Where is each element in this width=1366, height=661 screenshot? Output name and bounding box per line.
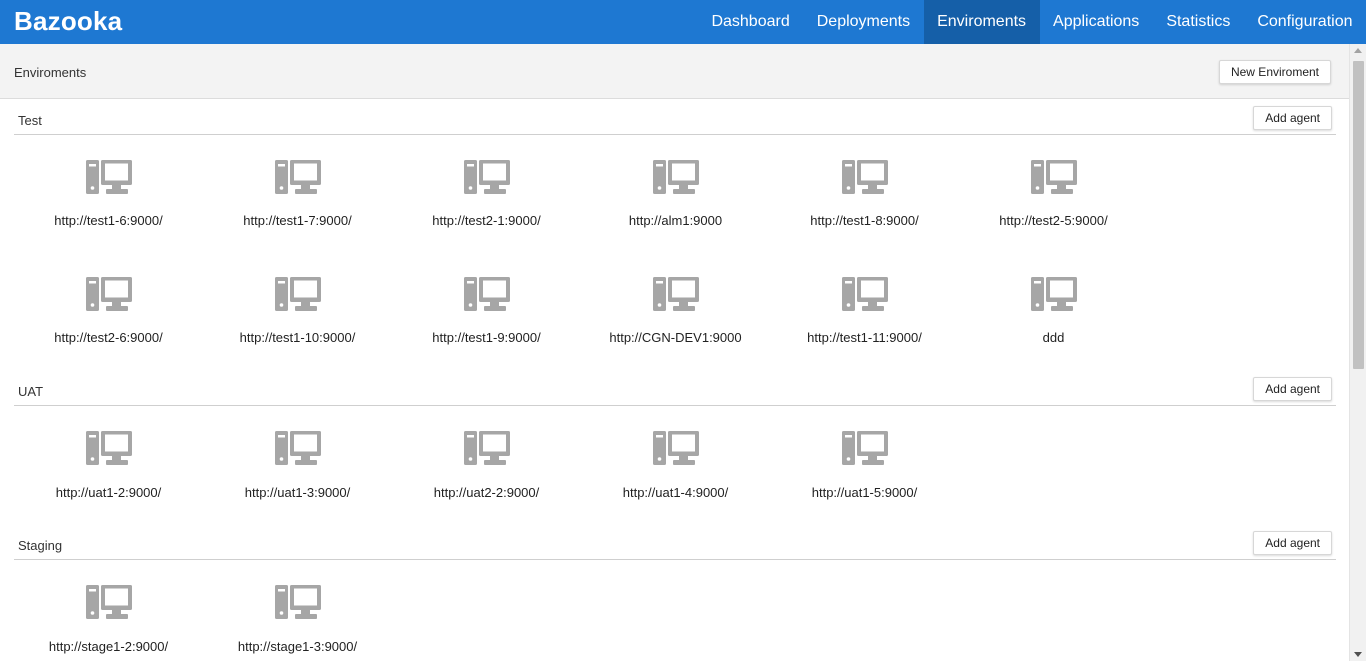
agent-url-label: http://stage1-2:9000/ bbox=[48, 639, 169, 654]
env-header: Test Add agent bbox=[14, 98, 1336, 135]
scroll-down-arrow-icon[interactable] bbox=[1354, 652, 1362, 657]
add-agent-button[interactable]: Add agent bbox=[1253, 106, 1332, 130]
vertical-scrollbar[interactable] bbox=[1349, 44, 1366, 661]
agent-url-label: http://uat1-2:9000/ bbox=[55, 485, 162, 500]
agent-tile[interactable]: http://test1-8:9000/ bbox=[770, 135, 959, 252]
agent-list: http://test1-6:9000/http://test1-7:9000/… bbox=[14, 135, 1336, 369]
agent-url-label: http://test1-7:9000/ bbox=[243, 213, 352, 228]
agent-url-label: http://test2-6:9000/ bbox=[54, 330, 163, 345]
agent-url-label: http://test2-1:9000/ bbox=[432, 213, 541, 228]
env-title: UAT bbox=[18, 384, 44, 399]
add-agent-button[interactable]: Add agent bbox=[1253, 377, 1332, 401]
env-header: Staging Add agent bbox=[14, 523, 1336, 560]
computer-icon bbox=[652, 160, 699, 194]
agent-url-label: http://test1-11:9000/ bbox=[807, 330, 922, 345]
agent-tile[interactable]: http://test2-1:9000/ bbox=[392, 135, 581, 252]
computer-icon bbox=[841, 160, 888, 194]
agent-tile[interactable]: http://stage1-3:9000/ bbox=[203, 560, 392, 661]
agent-url-label: ddd bbox=[1042, 330, 1065, 345]
agent-tile[interactable]: http://uat1-2:9000/ bbox=[14, 406, 203, 523]
agent-tile[interactable]: http://uat1-5:9000/ bbox=[770, 406, 959, 523]
new-enviroment-button[interactable]: New Enviroment bbox=[1218, 60, 1331, 84]
main-nav: Dashboard Deployments Enviroments Applic… bbox=[698, 0, 1366, 44]
agent-url-label: http://CGN-DEV1:9000 bbox=[609, 330, 742, 345]
agent-tile[interactable]: http://test1-11:9000/ bbox=[770, 252, 959, 369]
scrollbar-thumb[interactable] bbox=[1353, 61, 1364, 369]
agent-tile[interactable]: http://uat1-4:9000/ bbox=[581, 406, 770, 523]
computer-icon bbox=[274, 277, 321, 311]
agent-list: http://stage1-2:9000/http://stage1-3:900… bbox=[14, 560, 1336, 661]
agent-url-label: http://stage1-3:9000/ bbox=[237, 639, 358, 654]
agent-url-label: http://test1-8:9000/ bbox=[810, 213, 919, 228]
page-header: Enviroments New Enviroment bbox=[0, 44, 1349, 99]
agent-tile[interactable]: http://stage1-2:9000/ bbox=[14, 560, 203, 661]
computer-icon bbox=[85, 431, 132, 465]
env-section-uat: UAT Add agent http://uat1-2:9000/http://… bbox=[14, 369, 1336, 523]
agent-url-label: http://test1-6:9000/ bbox=[54, 213, 163, 228]
agent-url-label: http://uat1-3:9000/ bbox=[244, 485, 351, 500]
computer-icon bbox=[652, 277, 699, 311]
top-navbar: Bazooka Dashboard Deployments Enviroment… bbox=[0, 0, 1366, 44]
computer-icon bbox=[1030, 277, 1077, 311]
agent-url-label: http://test2-5:9000/ bbox=[999, 213, 1108, 228]
computer-icon bbox=[841, 431, 888, 465]
agent-url-label: http://test1-10:9000/ bbox=[239, 330, 356, 345]
agent-url-label: http://test1-9:9000/ bbox=[432, 330, 541, 345]
env-title: Staging bbox=[18, 538, 63, 553]
agent-tile[interactable]: http://uat1-3:9000/ bbox=[203, 406, 392, 523]
agent-tile[interactable]: http://alm1:9000 bbox=[581, 135, 770, 252]
agent-tile[interactable]: http://test1-9:9000/ bbox=[392, 252, 581, 369]
computer-icon bbox=[463, 277, 510, 311]
computer-icon bbox=[652, 431, 699, 465]
env-title: Test bbox=[18, 113, 42, 128]
computer-icon bbox=[85, 585, 132, 619]
agent-url-label: http://uat2-2:9000/ bbox=[433, 485, 540, 500]
computer-icon bbox=[274, 585, 321, 619]
computer-icon bbox=[841, 277, 888, 311]
agent-tile[interactable]: http://CGN-DEV1:9000 bbox=[581, 252, 770, 369]
agent-url-label: http://alm1:9000 bbox=[628, 213, 723, 228]
nav-configuration[interactable]: Configuration bbox=[1244, 0, 1366, 44]
agent-url-label: http://uat1-4:9000/ bbox=[622, 485, 729, 500]
agent-tile[interactable]: http://test2-5:9000/ bbox=[959, 135, 1148, 252]
computer-icon bbox=[85, 160, 132, 194]
agent-tile[interactable]: ddd bbox=[959, 252, 1148, 369]
agent-tile[interactable]: http://test1-7:9000/ bbox=[203, 135, 392, 252]
env-section-test: Test Add agent http://test1-6:9000/http:… bbox=[14, 98, 1336, 369]
agent-tile[interactable]: http://test1-10:9000/ bbox=[203, 252, 392, 369]
nav-statistics[interactable]: Statistics bbox=[1153, 0, 1244, 44]
agent-tile[interactable]: http://test2-6:9000/ bbox=[14, 252, 203, 369]
add-agent-button[interactable]: Add agent bbox=[1253, 531, 1332, 555]
agent-list: http://uat1-2:9000/http://uat1-3:9000/ht… bbox=[14, 406, 1336, 523]
page-title: Enviroments bbox=[14, 65, 87, 80]
computer-icon bbox=[463, 431, 510, 465]
agent-tile[interactable]: http://uat2-2:9000/ bbox=[392, 406, 581, 523]
scroll-up-arrow-icon[interactable] bbox=[1354, 48, 1362, 53]
nav-dashboard[interactable]: Dashboard bbox=[698, 0, 803, 44]
agent-tile[interactable]: http://test1-6:9000/ bbox=[14, 135, 203, 252]
env-header: UAT Add agent bbox=[14, 369, 1336, 406]
agent-url-label: http://uat1-5:9000/ bbox=[811, 485, 918, 500]
computer-icon bbox=[463, 160, 510, 194]
computer-icon bbox=[1030, 160, 1077, 194]
computer-icon bbox=[274, 160, 321, 194]
computer-icon bbox=[274, 431, 321, 465]
nav-applications[interactable]: Applications bbox=[1040, 0, 1153, 44]
env-section-staging: Staging Add agent http://stage1-2:9000/h… bbox=[14, 523, 1336, 661]
computer-icon bbox=[85, 277, 132, 311]
nav-deployments[interactable]: Deployments bbox=[803, 0, 923, 44]
nav-enviroments[interactable]: Enviroments bbox=[923, 0, 1040, 44]
app-logo[interactable]: Bazooka bbox=[14, 6, 122, 37]
